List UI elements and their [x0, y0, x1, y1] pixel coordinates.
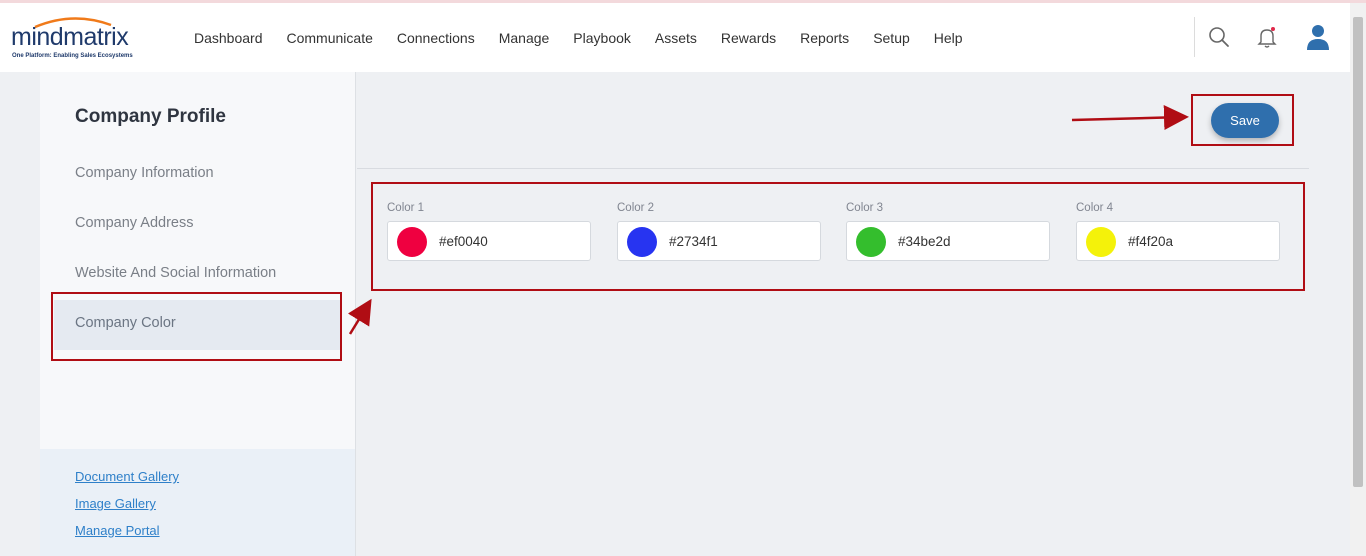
user-icon[interactable]: [1304, 23, 1332, 51]
arrow-to-save-icon: [1071, 105, 1189, 131]
manage-portal-link[interactable]: Manage Portal: [75, 523, 160, 538]
nav-help[interactable]: Help: [934, 30, 963, 46]
sidebar-item-company-information[interactable]: Company Information: [75, 165, 214, 181]
nav-assets[interactable]: Assets: [655, 30, 697, 46]
document-gallery-link[interactable]: Document Gallery: [75, 469, 179, 484]
image-gallery-link[interactable]: Image Gallery: [75, 496, 156, 511]
nav-communicate[interactable]: Communicate: [287, 30, 373, 46]
annotation-box-colors: [371, 182, 1305, 291]
sidebar-links: Document Gallery Image Gallery Manage Po…: [40, 449, 355, 556]
main-divider: [357, 168, 1309, 169]
nav-setup[interactable]: Setup: [873, 30, 910, 46]
page-scrollbar[interactable]: [1350, 3, 1366, 556]
nav-rewards[interactable]: Rewards: [721, 30, 776, 46]
annotation-box-save: [1191, 94, 1294, 146]
nav-reports[interactable]: Reports: [800, 30, 849, 46]
nav-playbook[interactable]: Playbook: [573, 30, 631, 46]
sidebar-title: Company Profile: [75, 106, 226, 127]
nav-manage[interactable]: Manage: [499, 30, 550, 46]
logo-tagline: One Platform: Enabling Sales Ecosystems: [12, 53, 133, 59]
main-nav: Dashboard Communicate Connections Manage…: [194, 3, 987, 72]
mindmatrix-logo[interactable]: mindmatrix One Platform: Enabling Sales …: [11, 15, 156, 65]
scrollbar-thumb[interactable]: [1353, 17, 1363, 487]
sidebar-item-website-social[interactable]: Website And Social Information: [75, 265, 276, 281]
logo-text: mindmatrix: [11, 23, 129, 51]
nav-dashboard[interactable]: Dashboard: [194, 30, 263, 46]
search-icon[interactable]: [1207, 25, 1231, 49]
top-header: mindmatrix One Platform: Enabling Sales …: [0, 3, 1350, 72]
nav-connections[interactable]: Connections: [397, 30, 475, 46]
header-divider: [1194, 17, 1195, 57]
annotation-box-company-color: [51, 292, 342, 361]
sidebar-item-company-address[interactable]: Company Address: [75, 215, 193, 231]
bell-icon[interactable]: [1255, 25, 1279, 49]
